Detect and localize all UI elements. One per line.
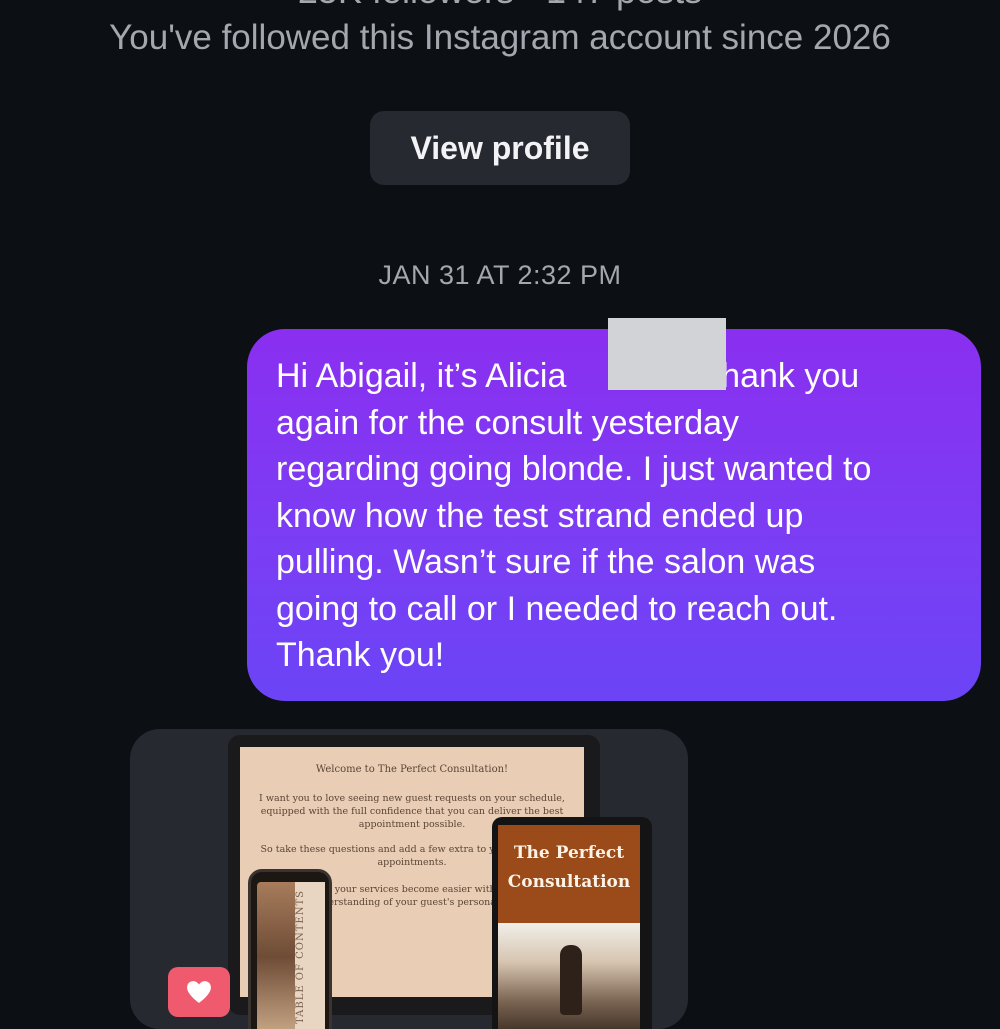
- account-stats: 25K followers · 147 posts: [0, 0, 1000, 12]
- message-line: Thank you!: [276, 636, 445, 674]
- follow-since-text: You've followed this Instagram account s…: [109, 18, 891, 57]
- tablet-title-line: Consultation: [507, 872, 631, 892]
- message-line: know how the test strand ended up: [276, 496, 804, 535]
- phone-mockup: TABLE OF CONTENTS: [248, 869, 332, 1029]
- message-line: again for the consult yesterday: [276, 403, 740, 442]
- view-profile-button[interactable]: View profile: [370, 111, 630, 185]
- message-line: pulling. Wasn’t sure if the salon was: [276, 543, 816, 581]
- heart-icon: [187, 981, 211, 1003]
- message-timestamp: JAN 31 AT 2:32 PM: [378, 260, 622, 290]
- tablet-title-line: The Perfect: [513, 843, 625, 863]
- redaction-box: [608, 318, 726, 390]
- phone-photo: [257, 882, 299, 1029]
- message-line: regarding going blonde. I just wanted to: [276, 450, 872, 488]
- tablet-mockup: The Perfect Consultation: [492, 817, 652, 1029]
- message-line: going to call or I needed to reach out.: [276, 589, 838, 628]
- message-text: Hi Abigail, it’s Alicia Thank you again f…: [276, 353, 951, 679]
- message-line: Hi Abigail, it’s Alicia: [276, 357, 567, 395]
- tablet-title: The Perfect Consultation: [498, 839, 640, 897]
- like-badge[interactable]: [168, 967, 230, 1017]
- tablet-photo-figure: [560, 945, 582, 1015]
- screen-heading: Welcome to The Perfect Consultation!: [315, 764, 509, 775]
- tablet-cover: The Perfect Consultation: [498, 825, 640, 1029]
- table-of-contents-label: TABLE OF CONTENTS: [295, 882, 325, 1029]
